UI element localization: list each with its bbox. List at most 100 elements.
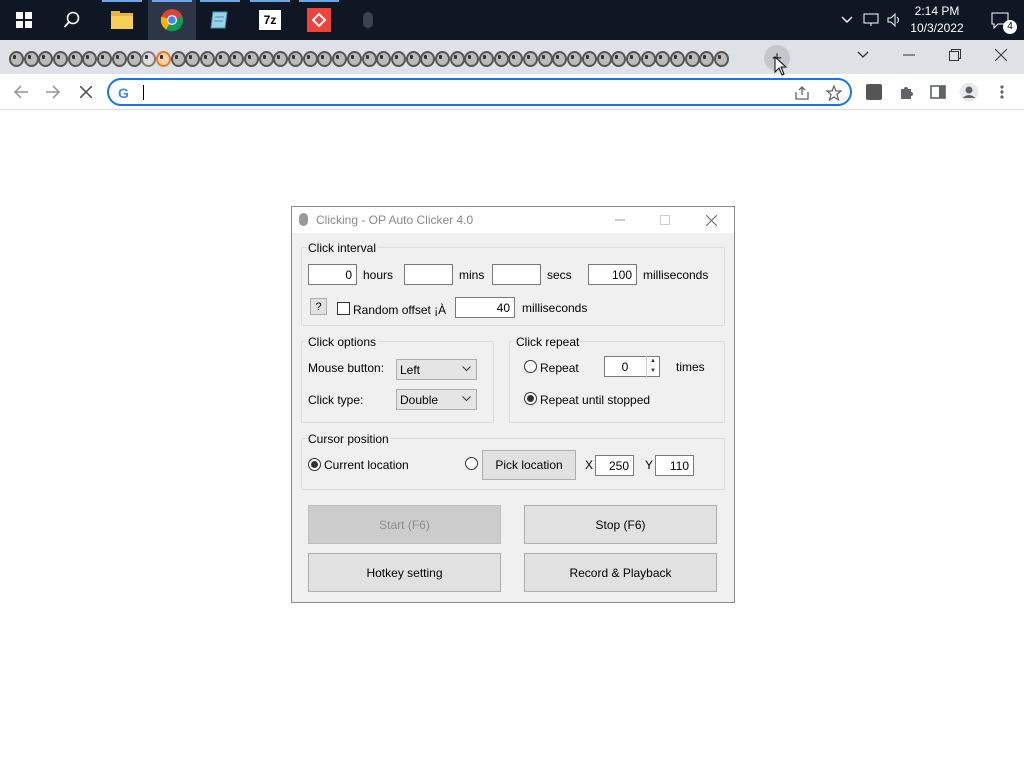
tab-favicon-icon[interactable] bbox=[405, 49, 421, 67]
chrome-icon[interactable] bbox=[148, 0, 196, 40]
tab-favicon-icon[interactable] bbox=[67, 49, 83, 67]
random-offset-checkbox[interactable] bbox=[337, 302, 350, 315]
clock[interactable]: 2:14 PM 10/3/2022 bbox=[902, 3, 972, 37]
hotkey-setting-button[interactable]: Hotkey setting bbox=[308, 553, 501, 592]
anydesk-icon[interactable] bbox=[295, 0, 343, 40]
tab-favicon-icon[interactable] bbox=[375, 49, 391, 67]
tab-favicon-icon[interactable] bbox=[228, 49, 244, 67]
bookmark-star-icon[interactable] bbox=[825, 84, 843, 102]
tab-favicon-icon[interactable] bbox=[581, 49, 597, 67]
tab-favicon-icon[interactable] bbox=[23, 49, 39, 67]
mouse-button-select[interactable]: Left bbox=[396, 359, 477, 380]
7zip-icon[interactable]: 7z bbox=[246, 0, 294, 40]
tab-favicon-icon[interactable] bbox=[361, 49, 377, 67]
tab-favicon-icon[interactable] bbox=[214, 49, 230, 67]
close-window-button[interactable] bbox=[978, 40, 1024, 70]
address-input[interactable] bbox=[141, 83, 781, 101]
tab-favicon-icon[interactable] bbox=[170, 49, 186, 67]
tab-favicon-icon[interactable] bbox=[272, 49, 289, 67]
stop-loading-button[interactable] bbox=[74, 80, 98, 104]
repeat-spinner[interactable]: ▲ ▼ bbox=[646, 356, 659, 377]
tab-favicons[interactable] bbox=[8, 49, 730, 67]
tab-favicon-icon[interactable] bbox=[140, 49, 156, 67]
y-coordinate-input[interactable]: 110 bbox=[655, 455, 694, 476]
tab-favicon-icon[interactable] bbox=[654, 49, 670, 67]
tab-favicon-icon[interactable] bbox=[566, 49, 582, 67]
tab-favicon-icon[interactable] bbox=[258, 49, 274, 67]
forward-button[interactable] bbox=[41, 80, 65, 104]
notepad-icon[interactable] bbox=[196, 0, 244, 40]
tab-favicon-icon[interactable] bbox=[346, 49, 362, 67]
x-coordinate-input[interactable]: 250 bbox=[595, 455, 634, 476]
tab-favicon-icon[interactable] bbox=[243, 49, 259, 67]
tab-favicon-icon[interactable] bbox=[449, 49, 465, 67]
tab-favicon-icon[interactable] bbox=[81, 49, 98, 67]
tab-favicon-icon[interactable] bbox=[551, 49, 568, 67]
tab-favicon-icon[interactable] bbox=[522, 49, 538, 67]
milliseconds-input[interactable]: 100 bbox=[588, 264, 637, 285]
notification-icon[interactable]: 4 bbox=[976, 0, 1024, 40]
tab-search-button[interactable] bbox=[840, 40, 886, 70]
tab-favicon-icon[interactable] bbox=[390, 49, 406, 67]
tab-favicon-icon[interactable] bbox=[96, 49, 112, 67]
tab-favicon-icon[interactable] bbox=[596, 49, 612, 67]
share-icon[interactable] bbox=[793, 84, 811, 102]
tab-favicon-icon[interactable] bbox=[625, 49, 641, 67]
restore-button[interactable] bbox=[932, 40, 978, 70]
address-bar[interactable]: G bbox=[107, 78, 852, 106]
network-icon[interactable] bbox=[859, 0, 883, 40]
back-button[interactable] bbox=[9, 80, 33, 104]
tab-favicon-icon[interactable] bbox=[669, 49, 685, 67]
kebab-menu-icon[interactable] bbox=[992, 82, 1012, 102]
tab-favicon-icon[interactable] bbox=[537, 49, 553, 67]
tab-favicon-icon[interactable] bbox=[155, 49, 171, 67]
tab-favicon-icon[interactable] bbox=[111, 49, 127, 67]
tab-favicon-icon[interactable] bbox=[698, 49, 714, 67]
side-panel-icon[interactable] bbox=[928, 82, 948, 102]
tab-favicon-icon[interactable] bbox=[126, 49, 142, 67]
minimize-button[interactable] bbox=[886, 40, 932, 70]
pick-location-radio[interactable] bbox=[465, 457, 478, 470]
windows-start-icon[interactable] bbox=[0, 0, 48, 40]
record-playback-button[interactable]: Record & Playback bbox=[524, 553, 717, 592]
tab-favicon-icon[interactable] bbox=[640, 49, 656, 67]
tab-favicon-icon[interactable] bbox=[463, 49, 479, 67]
search-icon[interactable] bbox=[48, 0, 96, 40]
stop-button[interactable]: Stop (F6) bbox=[524, 505, 717, 544]
current-location-radio[interactable] bbox=[308, 458, 321, 471]
tab-favicon-icon[interactable] bbox=[199, 49, 215, 67]
offset-input[interactable]: 40 bbox=[455, 297, 515, 318]
tab-favicon-icon[interactable] bbox=[684, 49, 700, 67]
spin-down-icon[interactable]: ▼ bbox=[647, 366, 659, 376]
tab-favicon-icon[interactable] bbox=[184, 49, 200, 67]
tab-favicon-icon[interactable] bbox=[37, 49, 54, 67]
tab-favicon-icon[interactable] bbox=[331, 49, 347, 67]
dialog-close-button[interactable] bbox=[697, 210, 725, 230]
pick-location-button[interactable]: Pick location bbox=[482, 450, 576, 480]
help-button[interactable]: ? bbox=[310, 298, 327, 315]
hours-input[interactable]: 0 bbox=[308, 264, 357, 285]
mins-input[interactable] bbox=[404, 264, 453, 285]
tab-favicon-icon[interactable] bbox=[287, 49, 303, 67]
tab-favicon-icon[interactable] bbox=[507, 49, 524, 67]
dialog-titlebar[interactable]: Clicking - OP Auto Clicker 4.0 bbox=[292, 207, 734, 233]
tab-favicon-icon[interactable] bbox=[478, 49, 494, 67]
tab-favicon-icon[interactable] bbox=[302, 49, 318, 67]
start-button[interactable]: Start (F6) bbox=[308, 505, 501, 544]
mouse-icon[interactable] bbox=[344, 0, 392, 40]
click-type-select[interactable]: Double bbox=[396, 389, 477, 410]
chevron-up-icon[interactable] bbox=[835, 0, 859, 40]
tab-favicon-icon[interactable] bbox=[713, 49, 729, 67]
extension-icon[interactable] bbox=[864, 82, 884, 102]
repeat-until-stopped-radio[interactable] bbox=[524, 392, 537, 405]
tab-favicon-icon[interactable] bbox=[52, 49, 68, 67]
extensions-puzzle-icon[interactable] bbox=[896, 82, 916, 102]
secs-input[interactable] bbox=[492, 264, 541, 285]
dialog-minimize-button[interactable] bbox=[606, 210, 634, 230]
tab-favicon-icon[interactable] bbox=[493, 49, 509, 67]
tab-favicon-icon[interactable] bbox=[419, 49, 435, 67]
tab-favicon-icon[interactable] bbox=[610, 49, 626, 67]
file-explorer-icon[interactable] bbox=[98, 0, 146, 40]
tab-favicon-icon[interactable] bbox=[316, 49, 333, 67]
repeat-radio[interactable] bbox=[524, 360, 537, 373]
